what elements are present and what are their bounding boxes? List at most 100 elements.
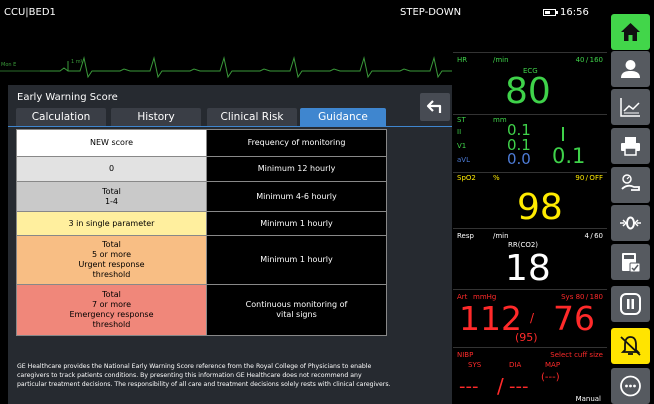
nibp-mode: Manual xyxy=(575,395,601,403)
st-lead-label: II xyxy=(457,128,462,136)
table-row: 3 in single parameter Minimum 1 hourly xyxy=(16,211,387,236)
score-cell: Total 5 or more Urgent response threshold xyxy=(16,235,207,285)
tab-calculation[interactable]: Calculation xyxy=(16,108,106,126)
hr-label: HR xyxy=(457,56,468,64)
st-bar xyxy=(562,127,564,141)
table-header-row: NEW score Frequency of monitoring xyxy=(16,129,387,157)
spo2-label: SpO2 xyxy=(457,174,476,182)
column-header-score: NEW score xyxy=(16,129,207,157)
alarm-silence-button[interactable] xyxy=(611,328,650,364)
frequency-line: Minimum 1 hourly xyxy=(260,218,333,228)
nibp-parameter-tile[interactable]: NIBP Select cuff size SYS DIA MAP --- / … xyxy=(453,347,607,404)
printer-icon xyxy=(621,137,640,156)
hr-unit: /min xyxy=(493,56,509,64)
ecg-waveform: Mon E 1 mV xyxy=(0,55,452,85)
pause-button[interactable] xyxy=(611,286,650,322)
resp-label: Resp xyxy=(457,232,474,240)
frequency-cell: Minimum 1 hourly xyxy=(206,211,387,236)
top-bar: CCU|BED1 STEP-DOWN 16:56 xyxy=(0,0,607,28)
panel-title: Early Warning Score xyxy=(17,92,118,103)
measure-button[interactable] xyxy=(611,167,650,203)
spo2-parameter-tile[interactable]: SpO2 % 90 / OFF 98 xyxy=(453,172,607,228)
guidance-table: NEW score Frequency of monitoring 0 Mini… xyxy=(16,129,387,336)
score-line: threshold xyxy=(92,270,131,279)
st-label: ST xyxy=(457,116,466,124)
battery-icon xyxy=(543,9,558,16)
spo2-value: 98 xyxy=(517,187,563,228)
more-icon xyxy=(620,375,641,397)
calculations-button[interactable] xyxy=(611,244,650,280)
hr-value: 80 xyxy=(505,71,551,112)
clock: 16:56 xyxy=(560,7,589,18)
frequency-line: Continuous monitoring of xyxy=(245,300,348,309)
zero-icon xyxy=(620,216,641,230)
art-parameter-tile[interactable]: Art mmHg Sys 80 / 180 112 / 76 (95) xyxy=(453,289,607,347)
ecg-lead-label: Mon E xyxy=(1,62,17,68)
st-parameter-tile[interactable]: ST mm II V1 aVL 0.1 0.1 0.0 0.1 xyxy=(453,114,607,172)
st-big-value: 0.1 xyxy=(552,144,586,168)
st-lead-label: V1 xyxy=(457,142,467,150)
tab-history[interactable]: History xyxy=(111,108,201,126)
table-row: Total 7 or more Emergency response threshol… xyxy=(16,284,387,336)
score-cell: Total 1-4 xyxy=(16,181,207,212)
score-cell: 0 xyxy=(16,156,207,182)
score-cell: Total 7 or more Emergency response threshol… xyxy=(16,284,207,336)
table-row: 0 Minimum 12 hourly xyxy=(16,156,387,182)
frequency-cell: Minimum 1 hourly xyxy=(206,235,387,285)
nibp-status: Select cuff size xyxy=(550,351,603,359)
column-header-frequency: Frequency of monitoring xyxy=(206,129,387,157)
more-button[interactable] xyxy=(611,368,650,404)
score-line: 3 in single parameter xyxy=(68,218,155,228)
resp-parameter-tile[interactable]: Resp /min 4 / 60 RR(CO2) 18 xyxy=(453,228,607,289)
ecg-scale-label: 1 mV xyxy=(71,59,85,65)
spo2-unit: % xyxy=(493,174,500,182)
score-line: Emergency response xyxy=(69,310,154,319)
table-row: Total 1-4 Minimum 4-6 hourly xyxy=(16,181,387,212)
patient-icon xyxy=(621,60,640,78)
print-button[interactable] xyxy=(611,128,650,164)
score-line: 5 or more xyxy=(91,250,132,259)
hand-measure-icon xyxy=(621,174,640,191)
bed-label: CCU|BED1 xyxy=(4,7,56,18)
early-warning-score-panel: Early Warning Score Calculation History … xyxy=(8,85,452,404)
score-line: threshold xyxy=(92,320,131,329)
frequency-line: Minimum 1 hourly xyxy=(260,255,333,264)
nibp-separator: / xyxy=(497,374,504,398)
nibp-map-header: MAP xyxy=(545,361,561,369)
art-diastolic: 76 xyxy=(553,299,595,338)
nibp-mean: (---) xyxy=(541,372,560,383)
st-value-avl: 0.0 xyxy=(507,150,531,168)
tab-underline xyxy=(8,126,452,127)
hr-parameter-tile[interactable]: HR /min 40 / 160 ECG 80 xyxy=(453,52,607,114)
score-line: 1-4 xyxy=(104,196,119,206)
score-line: 0 xyxy=(108,164,115,173)
spo2-alarm-limits: 90 / OFF xyxy=(575,174,603,182)
tab-guidance[interactable]: Guidance xyxy=(300,108,386,126)
frequency-line: Minimum 12 hourly xyxy=(257,164,336,173)
hr-alarm-limits: 40 / 160 xyxy=(575,56,603,64)
resp-unit: /min xyxy=(493,232,509,240)
nibp-label: NIBP xyxy=(457,351,474,359)
tab-clinical-risk[interactable]: Clinical Risk xyxy=(207,108,297,126)
trends-icon xyxy=(620,98,640,117)
score-line: 7 or more xyxy=(91,300,132,309)
patient-button[interactable] xyxy=(611,51,650,87)
calculator-icon xyxy=(622,253,641,273)
pause-icon xyxy=(620,293,641,315)
nibp-systolic: --- xyxy=(459,376,479,397)
home-icon xyxy=(621,23,640,41)
trends-button[interactable] xyxy=(611,89,650,125)
care-mode-label: STEP-DOWN xyxy=(400,7,462,18)
resp-value: 18 xyxy=(505,248,551,289)
frequency-cell: Continuous monitoring of vital signs xyxy=(206,284,387,336)
home-button[interactable] xyxy=(611,14,650,50)
zero-button[interactable] xyxy=(611,205,650,241)
frequency-cell: Minimum 4-6 hourly xyxy=(206,181,387,212)
frequency-cell: Minimum 12 hourly xyxy=(206,156,387,182)
alarm-silence-icon xyxy=(620,336,641,356)
score-line: Urgent response xyxy=(78,260,145,269)
score-cell: 3 in single parameter xyxy=(16,211,207,236)
art-mean: (95) xyxy=(515,331,538,344)
art-systolic: 112 xyxy=(459,299,522,338)
nibp-sys-header: SYS xyxy=(468,361,482,369)
